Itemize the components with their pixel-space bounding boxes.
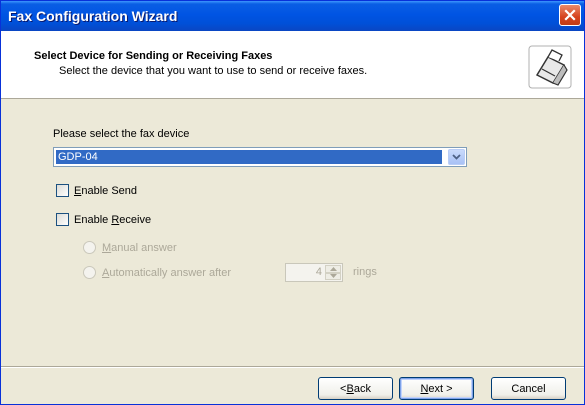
dropdown-button[interactable] [448,149,465,165]
enable-receive-option[interactable]: Enable Receive [56,213,151,226]
device-select-value: GDP-04 [56,150,442,164]
back-button[interactable]: < Back [318,377,393,400]
auto-answer-option[interactable]: Automatically answer after [83,266,231,279]
chevron-down-icon [452,154,461,160]
rings-spinner[interactable]: 4 [285,263,343,282]
manual-answer-option[interactable]: Manual answer [83,241,177,254]
spinner-buttons [325,265,341,280]
close-icon [564,9,576,21]
enable-send-label: Enable Send [74,184,138,197]
manual-answer-label: Manual answer [102,241,177,254]
rings-spinner-value: 4 [315,266,322,278]
auto-answer-label: Automatically answer after [102,266,232,279]
wizard-window: Fax Configuration Wizard Select Device f… [0,0,585,405]
cancel-button[interactable]: Cancel [491,377,566,400]
manual-answer-radio[interactable] [83,241,96,254]
header-subtitle: Select the device that you want to use t… [59,65,368,77]
caret-down-icon [329,274,337,279]
title-bar[interactable]: Fax Configuration Wizard [1,1,584,31]
device-select[interactable]: GDP-04 [53,147,467,167]
wizard-header: Select Device for Sending or Receiving F… [1,31,584,99]
enable-receive-label: Enable Receive [74,213,152,226]
enable-receive-checkbox[interactable] [56,213,69,226]
enable-send-option[interactable]: Enable Send [56,184,137,197]
header-title: Select Device for Sending or Receiving F… [34,50,273,62]
rings-label: rings [353,266,377,278]
close-button[interactable] [559,4,581,26]
spin-up-button[interactable] [325,265,341,273]
fax-printer-icon [528,45,572,89]
auto-answer-radio[interactable] [83,266,96,279]
window-title: Fax Configuration Wizard [8,8,178,24]
enable-send-checkbox[interactable] [56,184,69,197]
device-select-label: Please select the fax device [53,128,190,140]
next-button[interactable]: Next > [399,377,474,400]
spin-down-button[interactable] [325,272,341,280]
footer-divider [1,366,584,368]
caret-up-icon [329,266,337,271]
